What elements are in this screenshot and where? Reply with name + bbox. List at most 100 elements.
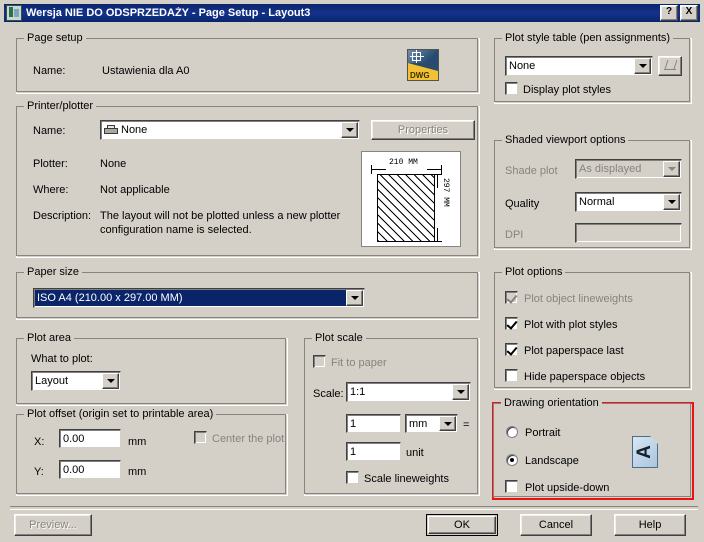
plot-with-plot-styles-label: Plot with plot styles [524,319,618,331]
plot-area-group: Plot area What to plot: Layout [16,332,288,406]
scale-equals-label: = [463,419,470,431]
printer-name-dropdown-arrow[interactable] [341,122,358,138]
plot-scale-group-title: Plot scale [312,332,366,344]
shaded-viewport-group: Shaded viewport options Shade plot As di… [494,134,692,250]
printer-plotter-group: Printer/plotter Name: None Properties Pl… [16,100,480,258]
plot-object-lineweights-checkbox[interactable] [505,291,518,304]
plot-upside-down-checkbox[interactable] [505,480,518,493]
shade-plot-dropdown-arrow[interactable] [663,161,680,177]
ok-button[interactable]: OK [426,514,498,536]
scale-unit-dropdown-arrow[interactable] [439,416,456,431]
drawing-orientation-group-title: Drawing orientation [501,397,602,409]
orientation-preview-letter: A [634,445,655,459]
scale-label: Scale: [313,388,344,400]
scale-lineweights-checkbox[interactable] [346,471,359,484]
what-to-plot-combo[interactable]: Layout [31,371,121,391]
help-button-label: Help [638,519,662,531]
plot-offset-x-value: 0.00 [63,432,85,445]
properties-button[interactable]: Properties [371,120,475,140]
paper-preview-sheet [377,174,435,242]
portrait-radio[interactable] [506,426,518,438]
properties-button-label: Properties [397,124,449,136]
scale-denominator-input[interactable]: 1 [346,442,401,461]
dpi-label: DPI [505,229,524,241]
description-label: Description: [33,210,92,222]
plot-paperspace-last-checkbox[interactable] [505,343,518,356]
scale-numerator-value: 1 [350,417,357,430]
portrait-label: Portrait [525,427,561,439]
scale-dropdown-arrow[interactable] [452,384,469,400]
dwg-icon-label: DWG [410,71,430,80]
plot-style-table-value: None [509,60,536,72]
help-button[interactable]: Help [614,514,686,536]
shade-plot-value: As displayed [579,163,642,175]
scale-value: 1:1 [350,386,366,398]
scale-combo[interactable]: 1:1 [346,382,471,402]
footer-divider [10,506,698,510]
what-to-plot-value: Layout [35,375,69,387]
plot-options-group-title: Plot options [502,266,566,278]
shaded-viewport-group-title: Shaded viewport options [502,134,629,146]
quality-dropdown-arrow[interactable] [663,194,680,210]
what-to-plot-dropdown-arrow[interactable] [102,373,119,389]
page-setup-group-title: Page setup [24,32,86,44]
scale-denominator-value: 1 [350,445,357,458]
plotter-value: None [100,158,127,170]
orientation-preview-icon: A [632,436,658,468]
scale-lineweights-label: Scale lineweights [364,473,449,485]
quality-value: Normal [579,196,615,208]
shade-plot-label: Shade plot [505,165,558,177]
plot-offset-group-title: Plot offset (origin set to printable are… [24,408,217,420]
quality-combo[interactable]: Normal [575,192,682,212]
preview-button[interactable]: Preview... [14,514,92,536]
scale-numerator-input[interactable]: 1 [346,414,401,433]
plot-area-group-title: Plot area [24,332,75,344]
paper-size-group: Paper size ISO A4 (210.00 x 297.00 MM) [16,266,480,320]
printer-icon [104,124,118,136]
title-bar: Wersja NIE DO ODSPRZEDAŻY - Page Setup -… [4,4,700,22]
scale-unit-combo[interactable]: mm [405,414,458,433]
paper-size-value: ISO A4 (210.00 x 297.00 MM) [37,292,183,304]
center-the-plot-checkbox[interactable] [194,431,207,444]
cancel-button[interactable]: Cancel [520,514,592,536]
plot-offset-y-input[interactable]: 0.00 [59,460,121,479]
display-plot-styles-label: Display plot styles [523,84,612,96]
plot-with-plot-styles-checkbox[interactable] [505,317,518,330]
dpi-input[interactable] [575,223,682,243]
shade-plot-combo[interactable]: As displayed [575,159,682,179]
landscape-radio[interactable] [506,454,518,466]
printer-name-value: None [121,124,148,136]
plot-style-table-dropdown-arrow[interactable] [634,58,651,74]
hide-paperspace-objects-label: Hide paperspace objects [524,371,646,383]
page-setup-group: Page setup Name: Ustawienia dla A0 DWG [16,32,480,94]
where-label: Where: [33,184,69,196]
dwg-icon: DWG [407,49,439,81]
close-icon[interactable]: X [680,5,698,21]
plot-offset-y-unit: mm [128,466,147,478]
plot-offset-x-label: X: [34,436,45,448]
plot-style-table-combo[interactable]: None [505,56,653,76]
plot-options-group: Plot options Plot object lineweights Plo… [494,266,692,390]
scale-unit-value: mm [409,417,428,430]
plot-style-table-group-title: Plot style table (pen assignments) [502,32,674,44]
plot-offset-x-input[interactable]: 0.00 [59,429,121,448]
plot-style-table-group: Plot style table (pen assignments) None … [494,32,692,104]
plot-upside-down-label: Plot upside-down [525,482,610,494]
plot-offset-y-value: 0.00 [63,463,85,476]
printer-name-label: Name: [33,125,66,137]
printer-name-combo[interactable]: None [100,120,360,140]
window-title: Wersja NIE DO ODSPRZEDAŻY - Page Setup -… [26,7,311,19]
plot-offset-y-label: Y: [34,466,44,478]
paper-preview-width-label: 210 MM [389,158,418,167]
display-plot-styles-checkbox[interactable] [505,82,518,95]
paper-preview: 210 MM 297 MM [361,151,461,247]
hide-paperspace-objects-checkbox[interactable] [505,369,518,382]
plot-scale-group: Plot scale Fit to paper Scale: 1:1 1 mm … [304,332,480,496]
help-titlebar-button[interactable]: ? [660,5,678,21]
paper-size-combo[interactable]: ISO A4 (210.00 x 297.00 MM) [33,288,365,308]
quality-label: Quality [505,198,540,210]
paper-size-dropdown-arrow[interactable] [346,290,363,306]
plot-style-edit-button[interactable] [658,56,682,76]
page-setup-name-label: Name: [33,65,66,77]
fit-to-paper-checkbox[interactable] [313,355,326,368]
